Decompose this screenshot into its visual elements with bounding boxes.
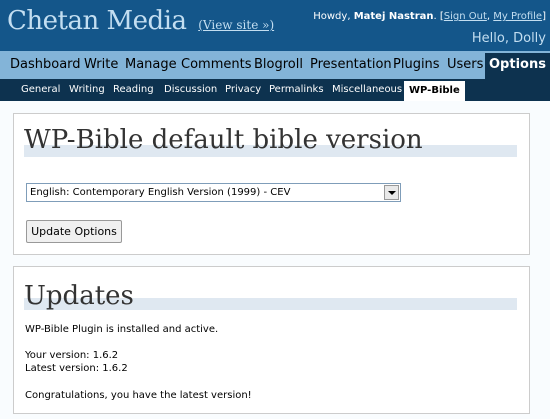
menu-item-presentation[interactable]: Presentation [310, 53, 392, 77]
menu-item-dashboard[interactable]: Dashboard [10, 53, 81, 77]
menu-item-manage[interactable]: Manage [125, 53, 177, 77]
menu-item-write[interactable]: Write [84, 53, 118, 77]
view-site-link[interactable]: (View site ») [198, 18, 274, 32]
sign-out-link[interactable]: Sign Out [444, 11, 487, 22]
howdy-text: Howdy, [313, 11, 351, 22]
latest-version-text: Latest version: 1.6.2 [25, 363, 128, 374]
options-panel: WP-Bible default bible version English: … [13, 113, 530, 255]
updates-heading: Updates [24, 281, 134, 311]
submenu-item-permalinks[interactable]: Permalinks [269, 79, 324, 101]
submenu-item-wp-bible[interactable]: WP-Bible [404, 81, 465, 101]
submenu-item-reading[interactable]: Reading [113, 79, 154, 101]
site-title: Chetan Media (View site ») [7, 6, 274, 36]
submenu-item-miscellaneous[interactable]: Miscellaneous [332, 79, 402, 101]
menu-item-blogroll[interactable]: Blogroll [254, 53, 303, 77]
menu-item-plugins[interactable]: Plugins [393, 53, 440, 77]
menu-item-comments[interactable]: Comments [181, 53, 251, 77]
site-title-text: Chetan Media [7, 6, 187, 36]
submenu-item-discussion[interactable]: Discussion [164, 79, 217, 101]
bible-version-select[interactable]: English: Contemporary English Version (1… [26, 183, 401, 202]
hello-dolly-text: Hello, Dolly [471, 31, 546, 46]
options-heading: WP-Bible default bible version [24, 125, 423, 155]
updates-panel: Updates WP-Bible Plugin is installed and… [13, 266, 530, 414]
menu-item-users[interactable]: Users [447, 53, 483, 77]
update-message-text: Congratulations, you have the latest ver… [25, 390, 252, 401]
options-submenu: General Writing Reading Discussion Priva… [0, 79, 550, 101]
my-profile-link[interactable]: My Profile [493, 11, 542, 22]
plugin-status-text: WP-Bible Plugin is installed and active. [25, 324, 219, 335]
chevron-down-icon[interactable] [384, 185, 399, 200]
update-options-button[interactable]: Update Options [26, 220, 122, 243]
submenu-item-general[interactable]: General [21, 79, 60, 101]
user-info: Howdy, Matej Nastran. [Sign Out, My Prof… [313, 11, 546, 22]
your-version-text: Your version: 1.6.2 [25, 350, 119, 361]
admin-menu: Dashboard Write Manage Comments Blogroll… [0, 51, 550, 79]
submenu-item-privacy[interactable]: Privacy [225, 79, 261, 101]
bible-version-selected-value: English: Contemporary English Version (1… [30, 187, 291, 198]
admin-header: Chetan Media (View site ») Howdy, Matej … [0, 0, 550, 51]
username: Matej Nastran [353, 11, 434, 22]
menu-item-options[interactable]: Options [485, 53, 550, 79]
submenu-item-writing[interactable]: Writing [69, 79, 105, 101]
